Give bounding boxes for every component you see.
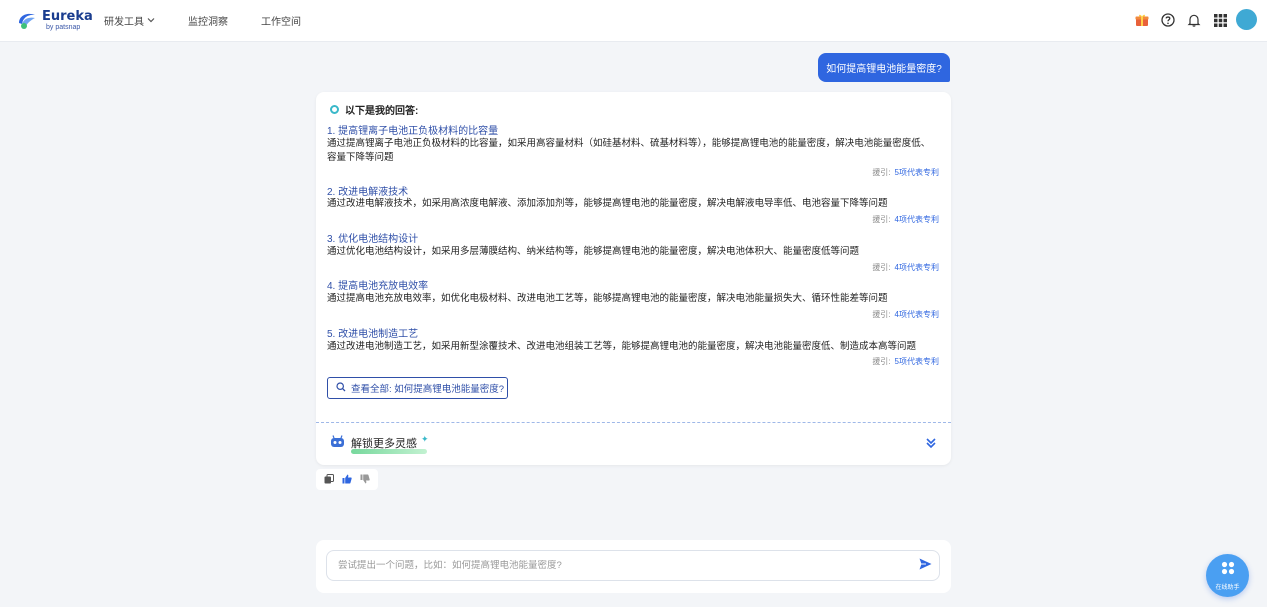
ref-label: 援引: — [872, 263, 891, 272]
view-all-button[interactable]: 查看全部: 如何提高锂电池能量密度? — [327, 377, 508, 399]
answer-item-desc: 通过改进电解液技术，如采用高浓度电解液、添加添加剂等，能够提高锂电池的能量密度，… — [327, 198, 888, 209]
ai-indicator-icon — [330, 105, 339, 114]
view-all-label: 查看全部: 如何提高锂电池能量密度? — [351, 384, 505, 395]
answer-item-ref: 援引: 4项代表专利 — [872, 262, 939, 273]
answer-item-ref: 援引: 4项代表专利 — [872, 309, 939, 320]
apps-grid-icon[interactable] — [1212, 12, 1228, 28]
unlock-label: 解锁更多灵感 — [351, 438, 417, 450]
eureka-logo-icon — [16, 9, 38, 31]
answer-item-desc: 通过提高锂离子电池正负极材料的比容量，如采用高容量材料（如硅基材料、硫基材料等）… — [327, 138, 931, 163]
search-icon — [336, 381, 346, 395]
divider — [316, 422, 951, 423]
unlock-inspiration[interactable]: 解锁更多灵感 ✦ — [330, 433, 429, 454]
answer-item-ref: 援引: 5项代表专利 — [872, 167, 939, 178]
bell-icon[interactable] — [1186, 12, 1202, 28]
ref-patents-link[interactable]: 4项代表专利 — [895, 263, 939, 272]
logo-subtitle: by patsnap — [46, 23, 81, 31]
user-question-bubble: 如何提高锂电池能量密度? — [818, 53, 950, 82]
sparkle-icon: ✦ — [421, 433, 429, 444]
answer-heading-text: 以下是我的回答: — [345, 106, 419, 117]
answer-item-title[interactable]: 4. 提高电池充放电效率 — [327, 277, 428, 292]
nav-workspace-label: 工作空间 — [261, 17, 301, 28]
logo-title: Eureka — [42, 8, 93, 24]
header-actions — [1124, 9, 1257, 30]
help-icon[interactable] — [1160, 12, 1176, 28]
nav-rd-tools-label: 研发工具 — [104, 17, 144, 28]
ref-patents-link[interactable]: 4项代表专利 — [895, 215, 939, 224]
nav-workspace[interactable]: 工作空间 — [261, 13, 301, 28]
double-chevron-down-icon[interactable] — [925, 436, 937, 454]
assistant-grid-icon — [1221, 561, 1235, 580]
answer-item-desc: 通过改进电池制造工艺，如采用新型涂覆技术、改进电池组装工艺等，能够提高锂电池的能… — [327, 341, 917, 352]
nav-monitoring-label: 监控洞察 — [188, 17, 228, 28]
top-header: Eureka by patsnap 研发工具 监控洞察 工作空间 — [0, 0, 1267, 42]
ref-patents-link[interactable]: 5项代表专利 — [895, 168, 939, 177]
thumbs-down-icon[interactable] — [360, 471, 370, 489]
nav-monitoring[interactable]: 监控洞察 — [188, 13, 228, 28]
ref-patents-link[interactable]: 4项代表专利 — [895, 310, 939, 319]
answer-item-ref: 援引: 4项代表专利 — [872, 214, 939, 225]
answer-item-title[interactable]: 3. 优化电池结构设计 — [327, 230, 418, 245]
answer-item-desc: 通过优化电池结构设计，如采用多层薄膜结构、纳米结构等，能够提高锂电池的能量密度，… — [327, 246, 860, 257]
ref-label: 援引: — [872, 357, 891, 366]
thumbs-up-icon[interactable] — [342, 471, 352, 489]
assistant-label: 在线助手 — [1215, 584, 1240, 591]
robot-icon — [330, 435, 345, 451]
feedback-bar — [316, 469, 378, 490]
answer-item-title[interactable]: 5. 改进电池制造工艺 — [327, 325, 418, 340]
nav-rd-tools[interactable]: 研发工具 — [104, 13, 155, 28]
answer-item-ref: 援引: 5项代表专利 — [872, 356, 939, 367]
chevron-down-icon — [147, 16, 155, 26]
eureka-logo[interactable]: Eureka by patsnap — [16, 9, 93, 31]
chat-input-area — [316, 540, 951, 593]
online-assistant-button[interactable]: 在线助手 — [1206, 554, 1249, 597]
answer-item-desc: 通过提高电池充放电效率，如优化电极材料、改进电池工艺等，能够提高锂电池的能量密度… — [327, 293, 888, 304]
ref-label: 援引: — [872, 215, 891, 224]
ref-patents-link[interactable]: 5项代表专利 — [895, 357, 939, 366]
copy-icon[interactable] — [324, 471, 334, 489]
send-icon — [919, 557, 932, 575]
chat-input-box — [326, 550, 940, 581]
question-input[interactable] — [338, 560, 911, 571]
main-nav: 研发工具 监控洞察 工作空间 — [104, 13, 334, 28]
answer-item-title[interactable]: 1. 提高锂离子电池正负极材料的比容量 — [327, 122, 498, 137]
ref-label: 援引: — [872, 168, 891, 177]
answer-item-title[interactable]: 2. 改进电解液技术 — [327, 183, 408, 198]
answer-heading: 以下是我的回答: — [330, 102, 418, 117]
gift-icon[interactable] — [1134, 12, 1150, 28]
avatar[interactable] — [1236, 9, 1257, 30]
ref-label: 援引: — [872, 310, 891, 319]
answer-card: 以下是我的回答: 1. 提高锂离子电池正负极材料的比容量 通过提高锂离子电池正负… — [316, 92, 951, 465]
send-button[interactable] — [911, 552, 939, 580]
